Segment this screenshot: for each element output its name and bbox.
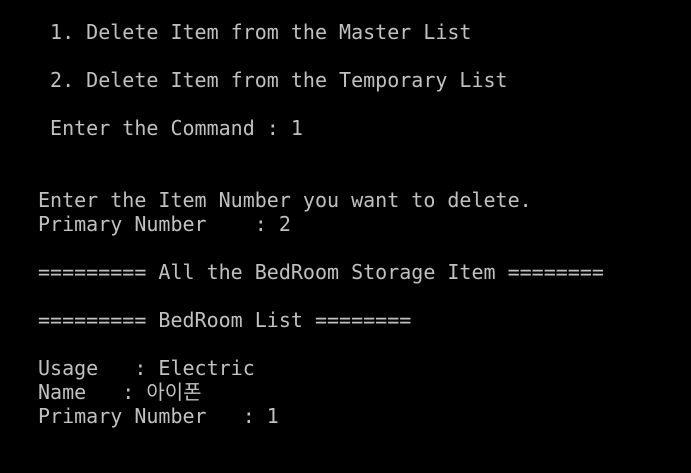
name-line: Name : 아이폰 [38,380,202,404]
bedroom-list-header: ========= BedRoom List ======== [38,308,412,332]
item-number-prompt: Enter the Item Number you want to delete… [38,188,532,212]
primary-number-line: Primary Number : 1 [38,404,279,428]
menu-option-1: 1. Delete Item from the Master List [38,20,472,44]
command-prompt: Enter the Command : 1 [38,116,303,140]
console-window[interactable]: 1. Delete Item from the Master List 2. D… [0,0,691,473]
usage-line: Usage : Electric [38,356,255,380]
storage-item-header: ========= All the BedRoom Storage Item =… [38,260,604,284]
primary-number-input: Primary Number : 2 [38,212,291,236]
menu-option-2: 2. Delete Item from the Temporary List [38,68,508,92]
